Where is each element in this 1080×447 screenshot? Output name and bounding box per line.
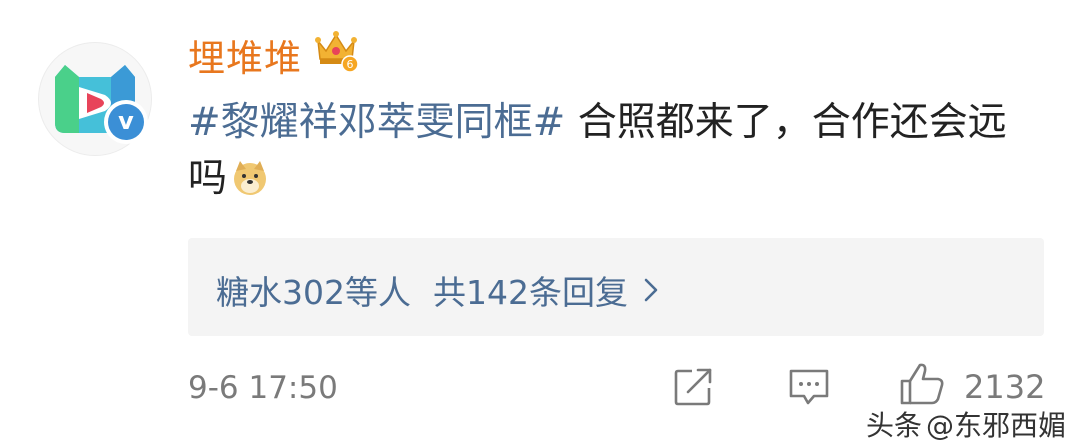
post-text: #黎耀祥邓萃雯同框# 合照都来了，合作还会远吗 — [188, 95, 1038, 207]
username[interactable]: 埋堆堆 — [188, 28, 302, 82]
vip-crown-icon[interactable]: 6 — [312, 27, 360, 73]
like-count: 2132 — [964, 368, 1046, 406]
hashtag-link[interactable]: #黎耀祥邓萃雯同框# — [188, 100, 565, 145]
reply-names: 糖水302等人 — [216, 273, 411, 312]
watermark-handle: @东邪西媚 — [926, 409, 1067, 442]
reply-preview-box[interactable]: 糖水302等人 共142条回复 — [188, 238, 1044, 336]
doge-emoji-icon — [234, 161, 267, 195]
watermark: 头条 @东邪西媚 — [866, 404, 1066, 444]
share-icon[interactable] — [672, 366, 716, 408]
level-badge: 6 — [347, 58, 354, 71]
like-icon[interactable] — [898, 361, 948, 407]
verified-mark: v — [108, 104, 144, 140]
timestamp: 9-6 17:50 — [188, 370, 338, 406]
watermark-source: 头条 — [866, 409, 923, 442]
chevron-right-icon — [644, 278, 658, 302]
reply-count: 共142条回复 — [433, 273, 628, 312]
verified-badge-icon: v — [104, 100, 148, 144]
reply-summary-link[interactable]: 糖水302等人 共142条回复 — [216, 266, 658, 314]
comment-icon[interactable] — [786, 366, 832, 408]
